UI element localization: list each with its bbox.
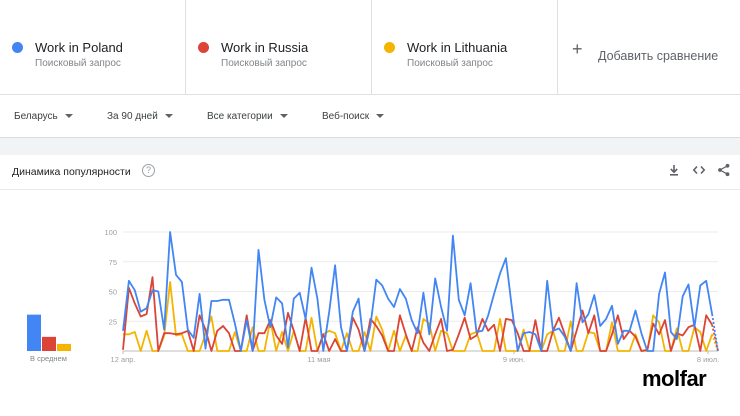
interest-over-time-chart: 25 50 75 100 12 апр. 11 мая 9 июн. 8 июл. <box>27 228 719 364</box>
category-value: Все категории <box>207 111 273 122</box>
caret-down-icon <box>64 114 73 119</box>
caret-down-icon <box>279 114 288 119</box>
search-type-value: Веб-поиск <box>322 111 370 122</box>
term-card-poland[interactable]: Work in Poland Поисковый запрос <box>0 0 186 94</box>
term-color-dot <box>384 42 395 53</box>
term-name: Work in Lithuania <box>407 40 508 55</box>
term-card-russia[interactable]: Work in Russia Поисковый запрос <box>186 0 372 94</box>
y-tick-label: 25 <box>109 317 117 326</box>
period-dropdown[interactable]: За 90 дней <box>107 111 173 122</box>
term-color-dot <box>198 42 209 53</box>
x-tick-label: 12 апр. <box>111 355 136 364</box>
average-bar <box>42 336 56 351</box>
term-name: Work in Russia <box>221 40 309 55</box>
caret-down-icon <box>164 114 173 119</box>
region-value: Беларусь <box>14 111 58 122</box>
search-terms-bar: Work in Poland Поисковый запрос Work in … <box>0 0 740 95</box>
add-comparison-button[interactable]: + Добавить сравнение <box>558 0 740 94</box>
molfar-logo: molfar <box>642 366 707 391</box>
y-tick-label: 100 <box>104 228 117 237</box>
add-comparison-label: Добавить сравнение <box>598 49 719 63</box>
term-color-dot <box>12 42 23 53</box>
x-tick-label: 9 июн. <box>503 355 525 364</box>
interest-card-header: Динамика популярности ? <box>0 155 740 190</box>
average-label: В среднем <box>30 354 67 363</box>
x-tick-label: 8 июл. <box>697 355 719 364</box>
term-type: Поисковый запрос <box>35 58 121 69</box>
average-bar <box>57 343 71 351</box>
search-type-dropdown[interactable]: Веб-поиск <box>322 111 385 122</box>
category-dropdown[interactable]: Все категории <box>207 111 288 122</box>
help-icon[interactable]: ? <box>142 164 155 177</box>
average-bar <box>27 314 41 351</box>
term-card-lithuania[interactable]: Work in Lithuania Поисковый запрос <box>372 0 558 94</box>
x-tick-label: 11 мая <box>307 355 330 364</box>
period-value: За 90 дней <box>107 111 158 122</box>
series-line-work-in-lithuania <box>123 281 713 352</box>
y-tick-label: 75 <box>109 258 117 267</box>
download-icon[interactable] <box>667 163 681 177</box>
region-dropdown[interactable]: Беларусь <box>14 111 73 122</box>
plus-icon: + <box>572 39 583 59</box>
share-icon[interactable] <box>717 163 731 177</box>
card-title: Динамика популярности <box>12 166 131 178</box>
series-line-work-in-russia <box>122 276 713 352</box>
caret-down-icon <box>376 114 385 119</box>
filter-bar: Беларусь За 90 дней Все категории Веб-по… <box>0 95 740 137</box>
term-name: Work in Poland <box>35 40 123 55</box>
y-tick-label: 50 <box>109 288 117 297</box>
embed-icon[interactable] <box>692 163 706 177</box>
term-type: Поисковый запрос <box>221 58 307 69</box>
section-divider <box>0 137 740 155</box>
term-type: Поисковый запрос <box>407 58 493 69</box>
